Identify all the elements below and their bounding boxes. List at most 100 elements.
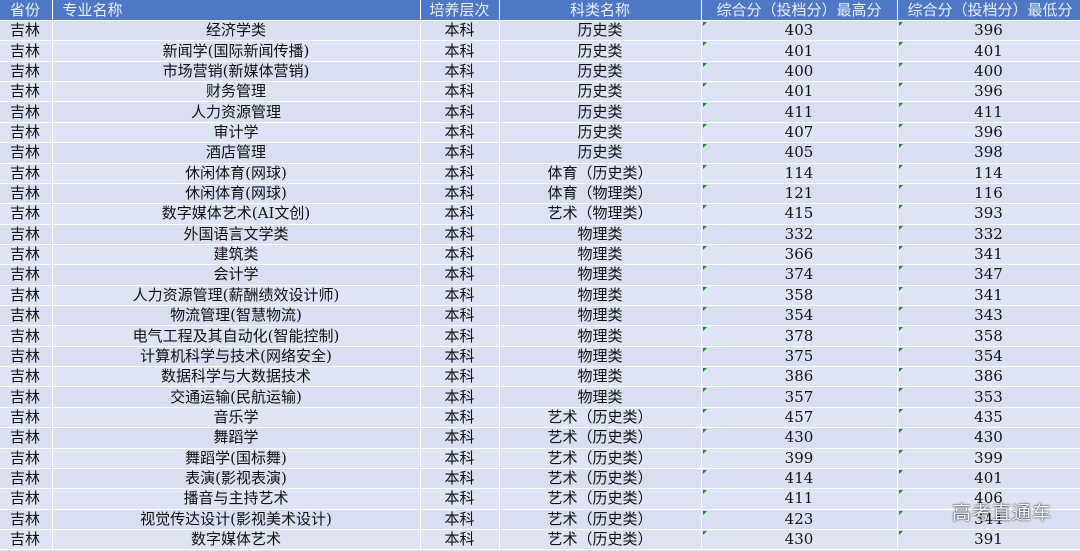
max-score-cell[interactable]: 405 bbox=[701, 142, 898, 164]
level-cell[interactable]: 本科 bbox=[420, 61, 500, 83]
province-cell[interactable]: 吉林 bbox=[0, 468, 53, 490]
category-cell[interactable]: 体育（历史类） bbox=[499, 163, 702, 184]
province-cell[interactable]: 吉林 bbox=[0, 285, 53, 307]
major-cell[interactable]: 新闻学(国际新闻传播) bbox=[52, 40, 421, 62]
level-cell[interactable]: 本科 bbox=[420, 163, 500, 184]
province-cell[interactable]: 吉林 bbox=[0, 407, 53, 429]
min-score-cell[interactable]: 400 bbox=[897, 61, 1080, 83]
major-cell[interactable]: 舞蹈学 bbox=[52, 427, 421, 449]
category-cell[interactable]: 历史类 bbox=[499, 142, 702, 164]
max-score-cell[interactable]: 403 bbox=[701, 20, 898, 42]
min-score-cell[interactable]: 435 bbox=[897, 407, 1080, 429]
major-cell[interactable]: 经济学类 bbox=[52, 20, 421, 42]
min-score-cell[interactable]: 430 bbox=[897, 427, 1080, 449]
header-min-score[interactable]: 综合分（投档分）最低分 bbox=[897, 0, 1080, 21]
min-score-cell[interactable]: 114 bbox=[897, 163, 1080, 184]
level-cell[interactable]: 本科 bbox=[420, 366, 500, 388]
category-cell[interactable]: 物理类 bbox=[499, 305, 702, 327]
header-level[interactable]: 培养层次 bbox=[420, 0, 500, 21]
category-cell[interactable]: 历史类 bbox=[499, 40, 702, 62]
province-cell[interactable]: 吉林 bbox=[0, 427, 53, 449]
level-cell[interactable]: 本科 bbox=[420, 244, 500, 266]
level-cell[interactable]: 本科 bbox=[420, 183, 500, 205]
max-score-cell[interactable]: 375 bbox=[701, 346, 898, 368]
max-score-cell[interactable]: 430 bbox=[701, 427, 898, 449]
category-cell[interactable]: 艺术（历史类） bbox=[499, 407, 702, 429]
major-cell[interactable]: 会计学 bbox=[52, 264, 421, 286]
max-score-cell[interactable]: 415 bbox=[701, 203, 898, 225]
max-score-cell[interactable]: 457 bbox=[701, 407, 898, 429]
level-cell[interactable]: 本科 bbox=[420, 101, 500, 123]
province-cell[interactable]: 吉林 bbox=[0, 346, 53, 368]
category-cell[interactable]: 艺术（历史类） bbox=[499, 427, 702, 449]
level-cell[interactable]: 本科 bbox=[420, 529, 500, 551]
category-cell[interactable]: 历史类 bbox=[499, 101, 702, 123]
max-score-cell[interactable]: 400 bbox=[701, 61, 898, 83]
level-cell[interactable]: 本科 bbox=[420, 509, 500, 530]
header-category[interactable]: 科类名称 bbox=[499, 0, 702, 21]
max-score-cell[interactable]: 414 bbox=[701, 468, 898, 490]
major-cell[interactable]: 数字媒体艺术 bbox=[52, 529, 421, 551]
max-score-cell[interactable]: 399 bbox=[701, 448, 898, 469]
province-cell[interactable]: 吉林 bbox=[0, 40, 53, 62]
province-cell[interactable]: 吉林 bbox=[0, 20, 53, 42]
major-cell[interactable]: 音乐学 bbox=[52, 407, 421, 429]
level-cell[interactable]: 本科 bbox=[420, 427, 500, 449]
major-cell[interactable]: 数字媒体艺术(AI文创) bbox=[52, 203, 421, 225]
province-cell[interactable]: 吉林 bbox=[0, 183, 53, 205]
province-cell[interactable]: 吉林 bbox=[0, 163, 53, 184]
major-cell[interactable]: 审计学 bbox=[52, 122, 421, 144]
province-cell[interactable]: 吉林 bbox=[0, 305, 53, 327]
level-cell[interactable]: 本科 bbox=[420, 386, 500, 408]
min-score-cell[interactable]: 401 bbox=[897, 40, 1080, 62]
level-cell[interactable]: 本科 bbox=[420, 407, 500, 429]
min-score-cell[interactable]: 393 bbox=[897, 203, 1080, 225]
major-cell[interactable]: 财务管理 bbox=[52, 81, 421, 103]
header-province[interactable]: 省份 bbox=[0, 0, 53, 21]
category-cell[interactable]: 体育（物理类） bbox=[499, 183, 702, 205]
major-cell[interactable]: 表演(影视表演) bbox=[52, 468, 421, 490]
province-cell[interactable]: 吉林 bbox=[0, 101, 53, 123]
min-score-cell[interactable]: 343 bbox=[897, 305, 1080, 327]
major-cell[interactable]: 人力资源管理 bbox=[52, 101, 421, 123]
min-score-cell[interactable]: 398 bbox=[897, 142, 1080, 164]
level-cell[interactable]: 本科 bbox=[420, 448, 500, 469]
max-score-cell[interactable]: 430 bbox=[701, 529, 898, 551]
min-score-cell[interactable]: 401 bbox=[897, 468, 1080, 490]
level-cell[interactable]: 本科 bbox=[420, 81, 500, 103]
major-cell[interactable]: 交通运输(民航运输) bbox=[52, 386, 421, 408]
min-score-cell[interactable]: 347 bbox=[897, 264, 1080, 286]
max-score-cell[interactable]: 358 bbox=[701, 285, 898, 307]
major-cell[interactable]: 舞蹈学(国标舞) bbox=[52, 448, 421, 469]
category-cell[interactable]: 艺术（物理类） bbox=[499, 203, 702, 225]
province-cell[interactable]: 吉林 bbox=[0, 529, 53, 551]
min-score-cell[interactable]: 353 bbox=[897, 386, 1080, 408]
min-score-cell[interactable]: 396 bbox=[897, 81, 1080, 103]
province-cell[interactable]: 吉林 bbox=[0, 224, 53, 245]
major-cell[interactable]: 电气工程及其自动化(智能控制) bbox=[52, 325, 421, 347]
major-cell[interactable]: 休闲体育(网球) bbox=[52, 183, 421, 205]
province-cell[interactable]: 吉林 bbox=[0, 366, 53, 388]
max-score-cell[interactable]: 407 bbox=[701, 122, 898, 144]
max-score-cell[interactable]: 378 bbox=[701, 325, 898, 347]
category-cell[interactable]: 艺术（历史类） bbox=[499, 468, 702, 490]
min-score-cell[interactable]: 399 bbox=[897, 448, 1080, 469]
level-cell[interactable]: 本科 bbox=[420, 20, 500, 42]
max-score-cell[interactable]: 114 bbox=[701, 163, 898, 184]
level-cell[interactable]: 本科 bbox=[420, 488, 500, 510]
level-cell[interactable]: 本科 bbox=[420, 142, 500, 164]
level-cell[interactable]: 本科 bbox=[420, 40, 500, 62]
min-score-cell[interactable]: 396 bbox=[897, 122, 1080, 144]
max-score-cell[interactable]: 411 bbox=[701, 101, 898, 123]
category-cell[interactable]: 物理类 bbox=[499, 366, 702, 388]
category-cell[interactable]: 物理类 bbox=[499, 244, 702, 266]
category-cell[interactable]: 历史类 bbox=[499, 122, 702, 144]
category-cell[interactable]: 艺术（历史类） bbox=[499, 448, 702, 469]
category-cell[interactable]: 物理类 bbox=[499, 224, 702, 245]
max-score-cell[interactable]: 386 bbox=[701, 366, 898, 388]
category-cell[interactable]: 历史类 bbox=[499, 20, 702, 42]
major-cell[interactable]: 数据科学与大数据技术 bbox=[52, 366, 421, 388]
province-cell[interactable]: 吉林 bbox=[0, 488, 53, 510]
major-cell[interactable]: 酒店管理 bbox=[52, 142, 421, 164]
category-cell[interactable]: 历史类 bbox=[499, 81, 702, 103]
